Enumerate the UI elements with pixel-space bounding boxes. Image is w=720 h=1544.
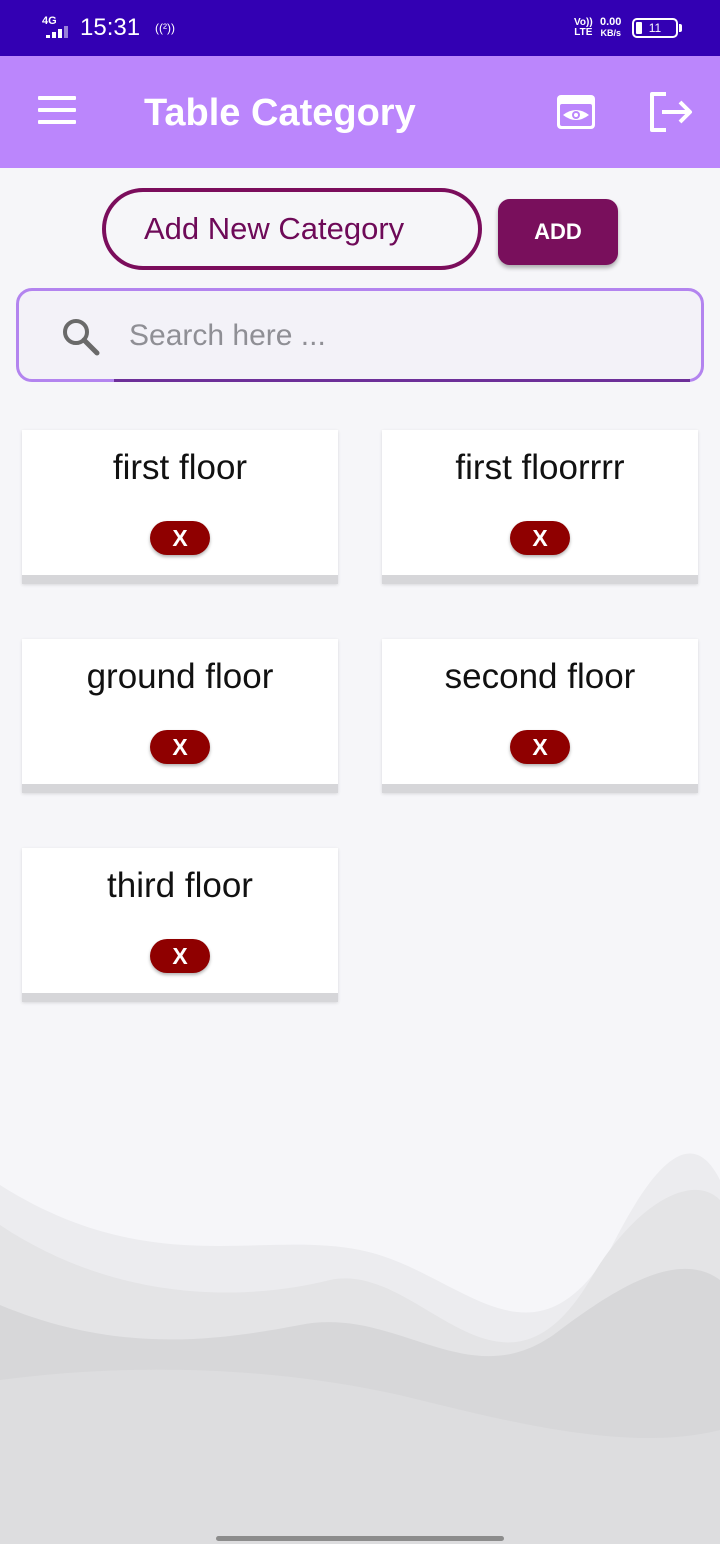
new-category-input[interactable] — [102, 188, 482, 270]
search-box[interactable] — [16, 288, 704, 382]
battery-icon: 11 — [632, 18, 682, 38]
signal-icon — [46, 26, 72, 38]
speed-value: 0.00 — [600, 16, 622, 28]
lte-label: LTE — [574, 27, 593, 38]
logout-icon[interactable] — [648, 92, 694, 132]
delete-category-button[interactable]: X — [510, 730, 570, 764]
category-label: third floor — [107, 866, 253, 905]
status-bar: 4G 15:31 ((²)) Vo)) LTE 0.00 KB/s 11 — [0, 0, 720, 56]
category-card[interactable]: first floorrrr X — [382, 430, 698, 584]
eye-icon[interactable] — [556, 94, 596, 130]
search-underline — [114, 379, 690, 382]
clock: 15:31 — [80, 14, 141, 41]
category-card[interactable]: third floor X — [22, 848, 338, 1002]
category-label: first floor — [112, 448, 248, 487]
volte-indicator: Vo)) LTE — [574, 18, 593, 38]
category-card[interactable]: ground floor X — [22, 639, 338, 793]
background-waves — [0, 1153, 720, 1544]
delete-category-button[interactable]: X — [150, 730, 210, 764]
hotspot-icon: ((²)) — [155, 21, 175, 35]
category-label: first floorrrr — [455, 448, 625, 487]
search-input[interactable] — [129, 311, 669, 361]
battery-level: 11 — [648, 21, 662, 35]
app-bar: Table Category — [0, 56, 720, 168]
category-card[interactable]: first floor X — [22, 430, 338, 584]
delete-category-button[interactable]: X — [150, 521, 210, 555]
category-label: second floor — [444, 657, 636, 696]
page-title: Table Category — [144, 92, 416, 134]
category-card[interactable]: second floor X — [382, 639, 698, 793]
speed-unit: KB/s — [600, 28, 621, 38]
category-label: ground floor — [86, 657, 274, 696]
add-button[interactable]: ADD — [498, 199, 618, 265]
search-icon — [63, 319, 100, 356]
network-speed: 0.00 KB/s — [600, 17, 621, 39]
delete-category-button[interactable]: X — [150, 939, 210, 973]
menu-icon[interactable] — [38, 96, 76, 126]
delete-category-button[interactable]: X — [510, 521, 570, 555]
home-indicator[interactable] — [216, 1536, 504, 1541]
